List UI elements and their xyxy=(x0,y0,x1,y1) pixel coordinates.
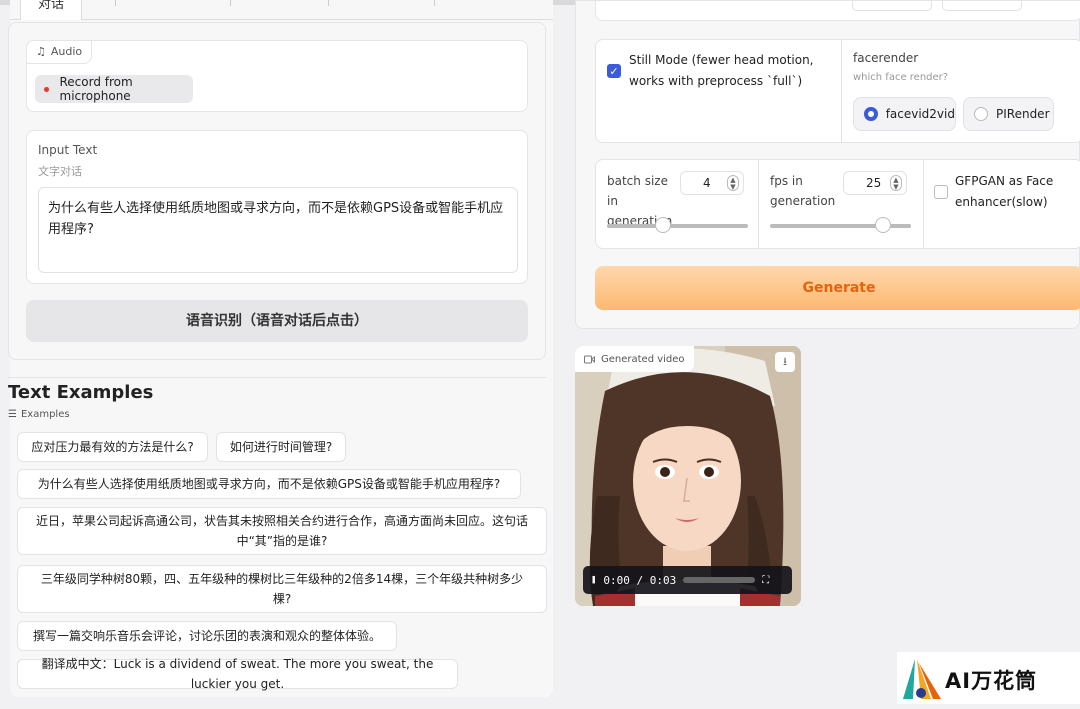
audio-label: ♫ Audio xyxy=(26,40,93,64)
example-item[interactable]: 撰写一篇交响乐音乐会评论，讨论乐团的表演和观众的整体体验。 xyxy=(17,621,397,651)
batch-size-slider[interactable] xyxy=(607,224,748,228)
video-time: 0:00 / 0:03 xyxy=(603,573,677,587)
fps-slider-thumb[interactable] xyxy=(874,217,891,233)
facerender-sublabel: which face render? xyxy=(853,72,949,83)
fps-value: 25 xyxy=(866,176,882,190)
example-item[interactable]: 应对压力最有效的方法是什么? xyxy=(17,432,208,462)
video-progress-bar[interactable] xyxy=(683,577,756,583)
setting-box xyxy=(852,1,932,11)
radio-selected-icon xyxy=(864,107,878,121)
record-button-label: Record from microphone xyxy=(59,75,133,103)
tab-separator xyxy=(115,0,116,6)
generate-button[interactable]: Generate xyxy=(595,266,1080,310)
mode-block: ✓ Still Mode (fewer head motion, works w… xyxy=(595,39,1080,143)
facerender-option-facevid2vid[interactable]: facevid2vid xyxy=(853,97,956,131)
record-microphone-button[interactable]: Record from microphone xyxy=(35,75,193,103)
gfpgan-label: GFPGAN as Face enhancer(slow) xyxy=(955,174,1054,209)
examples-title: Text Examples xyxy=(8,382,154,403)
fps-label: fps in generation xyxy=(770,174,836,208)
video-controls: ❚ 0:00 / 0:03 ⛶ xyxy=(583,566,792,594)
tab-dialog[interactable]: 对话 xyxy=(20,0,82,20)
music-note-icon: ♫ xyxy=(36,45,46,58)
speech-recognition-button[interactable]: 语音识别（语音对话后点击） xyxy=(26,300,528,342)
video-label: Generated video xyxy=(575,346,694,372)
fullscreen-icon[interactable]: ⛶ xyxy=(762,575,769,586)
pause-icon[interactable]: ❚ xyxy=(591,575,596,585)
facerender-label: facerender xyxy=(853,51,919,65)
tab-separator xyxy=(328,0,329,6)
audio-block: ♫ Audio Record from microphone xyxy=(26,40,528,112)
list-icon: ☰ xyxy=(8,409,17,420)
batch-size-input[interactable]: 4 ▲ ▼ xyxy=(680,171,744,195)
download-icon[interactable]: ⭳ xyxy=(775,352,795,372)
record-dot-icon xyxy=(44,86,49,92)
tab-separator xyxy=(434,0,435,6)
facerender-option-label: PIRender xyxy=(996,107,1050,121)
examples-label-text: Examples xyxy=(20,409,70,420)
settings-panel: ✓ Still Mode (fewer head motion, works w… xyxy=(575,0,1080,329)
input-text-block: Input Text 文字对话 为什么有些人选择使用纸质地图或寻求方向，而不是依… xyxy=(26,130,528,284)
params-block: batch size in generation 4 ▲ ▼ fps in gen… xyxy=(595,159,1080,249)
watermark-logo: AI万花筒 xyxy=(897,652,1080,704)
input-text-sublabel: 文字对话 xyxy=(38,165,82,178)
input-text-label: Input Text xyxy=(38,143,98,157)
example-item[interactable]: 如何进行时间管理? xyxy=(216,432,346,462)
example-item[interactable]: 翻译成中文：Luck is a dividend of sweat. The m… xyxy=(17,657,458,691)
divider xyxy=(841,40,842,142)
batch-size-value: 4 xyxy=(703,176,711,190)
settings-top-block xyxy=(595,1,1080,21)
input-textarea[interactable]: 为什么有些人选择使用纸质地图或寻求方向，而不是依赖GPS设备或智能手机应用程序? xyxy=(38,187,518,273)
tab-bar: 对话 xyxy=(10,0,553,20)
example-item[interactable]: 为什么有些人选择使用纸质地图或寻求方向，而不是依赖GPS设备或智能手机应用程序? xyxy=(17,469,521,499)
radio-icon xyxy=(974,107,988,121)
video-label-text: Generated video xyxy=(601,353,685,365)
spinner-icon[interactable]: ▲ ▼ xyxy=(890,175,902,191)
audio-label-text: Audio xyxy=(50,45,83,58)
gfpgan-checkbox[interactable] xyxy=(934,185,948,199)
still-mode-checkbox[interactable]: ✓ xyxy=(607,64,621,78)
video-camera-icon xyxy=(584,355,595,363)
divider xyxy=(758,160,759,248)
facerender-option-label: facevid2vid xyxy=(885,107,955,121)
generated-video[interactable]: Generated video ⭳ ❚ 0:00 / 0:03 ⛶ xyxy=(575,346,801,606)
spinner-icon[interactable]: ▲ ▼ xyxy=(727,175,739,191)
divider xyxy=(923,160,924,248)
still-mode-label: Still Mode (fewer head motion, works wit… xyxy=(629,53,814,88)
example-item[interactable]: 三年级同学种树80颗，四、五年级种的棵树比三年级种的2倍多14棵，三个年级共种树… xyxy=(17,565,547,613)
examples-label: ☰ Examples xyxy=(8,409,70,420)
logo-mark-icon xyxy=(903,659,941,699)
example-item[interactable]: 近日，苹果公司起诉高通公司，状告其未按照相关合约进行合作，高通方面尚未回应。这句… xyxy=(17,507,547,555)
logo-text: AI万花筒 xyxy=(945,669,1038,693)
setting-box xyxy=(942,1,1022,11)
divider xyxy=(8,377,546,378)
tab-separator xyxy=(230,0,231,6)
fps-input[interactable]: 25 ▲ ▼ xyxy=(843,171,907,195)
facerender-option-pirender[interactable]: PIRender xyxy=(963,97,1054,131)
